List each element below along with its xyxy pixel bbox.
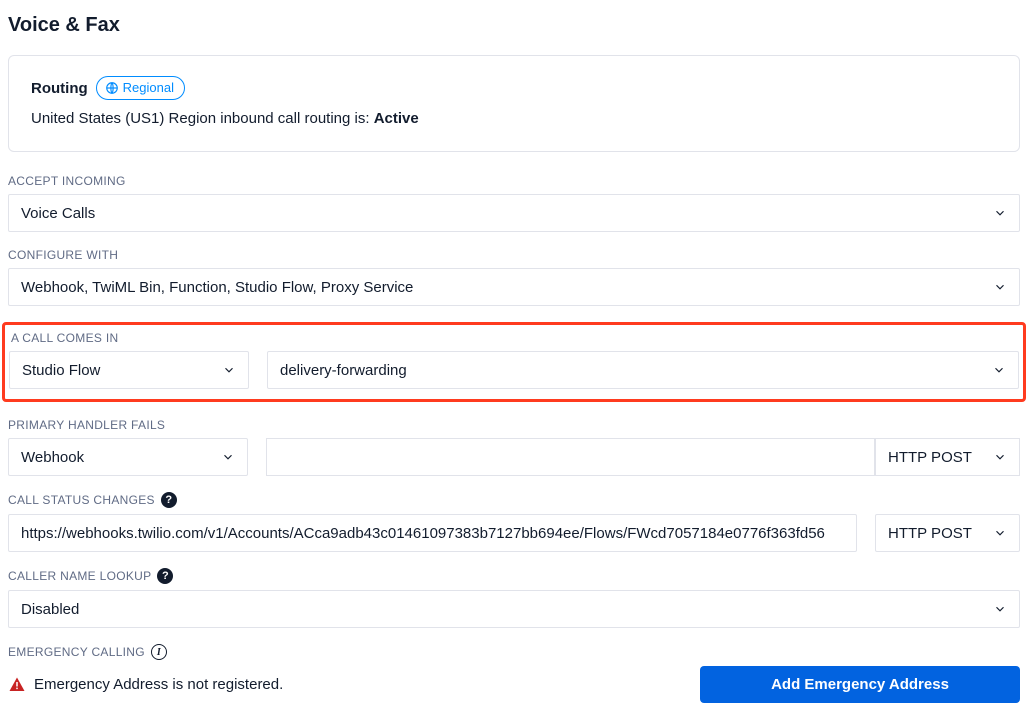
caller-name-lookup-label: CALLER NAME LOOKUP: [8, 569, 151, 583]
call-status-changes-label-row: CALL STATUS CHANGES ?: [8, 492, 1020, 508]
primary-handler-fails-handler-select[interactable]: Webhook: [8, 438, 248, 476]
regional-badge[interactable]: Regional: [96, 76, 185, 100]
accept-incoming-label: ACCEPT INCOMING: [8, 174, 1020, 188]
configure-with-label: CONFIGURE WITH: [8, 248, 1020, 262]
chevron-down-icon: [993, 450, 1007, 464]
caller-name-lookup-value: Disabled: [21, 601, 79, 618]
configure-with-value: Webhook, TwiML Bin, Function, Studio Flo…: [21, 279, 413, 296]
caller-name-lookup-select[interactable]: Disabled: [8, 590, 1020, 628]
emergency-calling-label: EMERGENCY CALLING: [8, 645, 145, 659]
call-status-changes-group: CALL STATUS CHANGES ? HTTP POST: [8, 492, 1020, 552]
call-comes-in-target-value: delivery-forwarding: [280, 362, 407, 379]
primary-handler-fails-method-select[interactable]: HTTP POST: [875, 438, 1020, 476]
accept-incoming-value: Voice Calls: [21, 205, 95, 222]
primary-handler-fails-method-value: HTTP POST: [888, 449, 972, 466]
chevron-down-icon: [993, 280, 1007, 294]
emergency-calling-label-row: EMERGENCY CALLING i: [8, 644, 1020, 660]
call-status-changes-url-input-wrapper: [8, 514, 857, 552]
call-comes-in-highlight: A CALL COMES IN Studio Flow delivery-for…: [2, 322, 1026, 402]
help-icon[interactable]: ?: [161, 492, 177, 508]
chevron-down-icon: [221, 450, 235, 464]
primary-handler-fails-handler-value: Webhook: [21, 449, 84, 466]
primary-handler-fails-label: PRIMARY HANDLER FAILS: [8, 418, 1020, 432]
globe-icon: [105, 81, 119, 95]
help-icon[interactable]: ?: [157, 568, 173, 584]
routing-header: Routing Regional: [31, 76, 997, 100]
page-title: Voice & Fax: [8, 14, 1020, 37]
primary-handler-fails-row: Webhook HTTP POST: [8, 438, 1020, 476]
call-comes-in-handler-select[interactable]: Studio Flow: [9, 351, 249, 389]
primary-handler-fails-group: PRIMARY HANDLER FAILS Webhook HTTP POST: [8, 418, 1020, 476]
caller-name-lookup-label-row: CALLER NAME LOOKUP ?: [8, 568, 1020, 584]
chevron-down-icon: [992, 363, 1006, 377]
primary-handler-fails-url-method: HTTP POST: [266, 438, 1020, 476]
primary-handler-fails-url-input-wrapper: [266, 438, 875, 476]
call-comes-in-label: A CALL COMES IN: [11, 331, 1019, 345]
call-comes-in-handler-value: Studio Flow: [22, 362, 100, 379]
regional-badge-label: Regional: [123, 79, 174, 97]
accept-incoming-group: ACCEPT INCOMING Voice Calls: [8, 174, 1020, 232]
accept-incoming-select[interactable]: Voice Calls: [8, 194, 1020, 232]
call-status-changes-method-select[interactable]: HTTP POST: [875, 514, 1020, 552]
caller-name-lookup-group: CALLER NAME LOOKUP ? Disabled: [8, 568, 1020, 628]
routing-status: United States (US1) Region inbound call …: [31, 110, 997, 127]
call-comes-in-target-select[interactable]: delivery-forwarding: [267, 351, 1019, 389]
configure-with-select[interactable]: Webhook, TwiML Bin, Function, Studio Flo…: [8, 268, 1020, 306]
call-status-changes-label: CALL STATUS CHANGES: [8, 493, 155, 507]
info-icon[interactable]: i: [151, 644, 167, 660]
call-comes-in-row: Studio Flow delivery-forwarding: [9, 351, 1019, 389]
call-status-changes-url-input[interactable]: [21, 525, 844, 542]
configure-with-group: CONFIGURE WITH Webhook, TwiML Bin, Funct…: [8, 248, 1020, 306]
emergency-calling-group: EMERGENCY CALLING i Emergency Address is…: [8, 644, 1020, 703]
routing-heading: Routing: [31, 80, 88, 97]
routing-card: Routing Regional United States (US1) Reg…: [8, 55, 1020, 152]
primary-handler-fails-url-input[interactable]: [279, 449, 862, 466]
routing-status-prefix: United States (US1) Region inbound call …: [31, 110, 374, 127]
chevron-down-icon: [222, 363, 236, 377]
call-status-changes-method-value: HTTP POST: [888, 525, 972, 542]
chevron-down-icon: [993, 206, 1007, 220]
chevron-down-icon: [993, 526, 1007, 540]
chevron-down-icon: [993, 602, 1007, 616]
call-status-changes-row: HTTP POST: [8, 514, 1020, 552]
routing-status-value: Active: [374, 110, 419, 127]
